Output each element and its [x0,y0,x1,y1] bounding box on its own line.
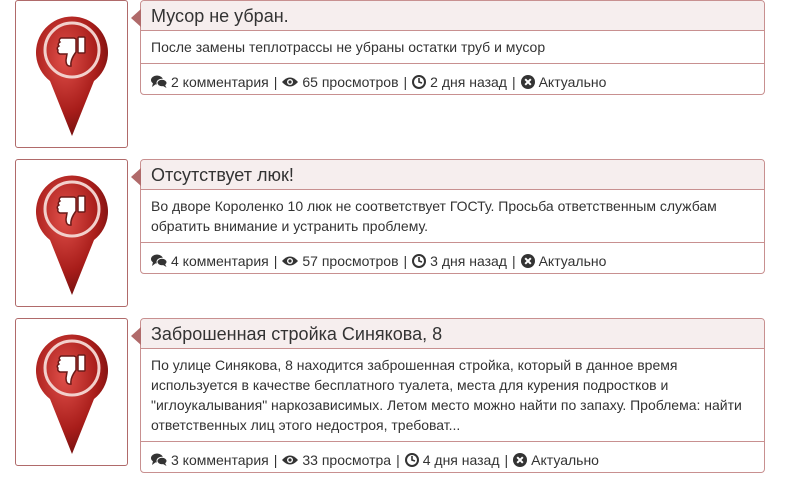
problem-thumbnail[interactable] [15,318,128,466]
times-circle-icon [520,75,535,89]
status-label: Актуально [538,74,607,90]
status: Актуально [520,252,607,270]
problem-meta: 2 комментария | 65 просмотров | 2 дня на… [141,64,764,94]
views-label: 33 просмотра [302,452,392,468]
separator: | [504,452,509,468]
problem-title[interactable]: Мусор не убран. [141,1,764,31]
problem-thumbnail[interactable] [15,0,128,148]
views-label: 65 просмотров [302,74,399,90]
clock-icon [404,453,419,467]
problem-card: Заброшенная стройка Синякова, 8 По улице… [131,318,765,473]
thumbs-down-map-pin-icon [36,16,108,137]
status-label: Актуально [538,253,607,269]
separator: | [511,253,516,269]
problem-description: Во дворе Короленко 10 люк не соответству… [141,190,764,243]
time-label: 4 дня назад [422,452,500,468]
separator: | [511,74,516,90]
problem-meta: 4 комментария | 57 просмотров | 3 дня на… [141,243,764,273]
problem-thumbnail[interactable] [15,159,128,307]
status: Актуально [520,73,607,91]
separator: | [396,452,400,468]
comments-count[interactable]: 2 комментария [151,73,269,91]
time-label: 2 дня назад [430,74,507,90]
comments-label: 3 комментария [171,452,269,468]
views-count: 33 просмотра [282,451,391,469]
problem-title[interactable]: Заброшенная стройка Синякова, 8 [141,319,764,349]
problem-description: После замены теплотрассы не убраны остат… [141,31,764,64]
eye-icon [282,77,299,87]
problem-card: Отсутствует люк! Во дворе Короленко 10 л… [131,159,765,274]
comments-count[interactable]: 3 комментария [151,451,269,469]
views-count: 65 просмотров [282,73,399,91]
problem-description: По улице Синякова, 8 находится заброшенн… [141,349,764,442]
comments-label: 2 комментария [171,74,269,90]
eye-icon [282,455,299,465]
separator: | [273,452,278,468]
separator: | [403,74,408,90]
comments-label: 4 комментария [171,253,269,269]
problem-title[interactable]: Отсутствует люк! [141,160,764,190]
comments-count[interactable]: 4 комментария [151,252,269,270]
comments-icon [151,453,167,466]
thumbs-down-map-pin-icon [36,175,108,295]
problem-item: Заброшенная стройка Синякова, 8 По улице… [0,318,791,473]
problem-meta: 3 комментария | 33 просмотра | 4 дня наз… [141,442,764,472]
problem-item: Отсутствует люк! Во дворе Короленко 10 л… [0,159,791,309]
status-label: Актуально [531,452,599,468]
times-circle-icon [520,254,535,268]
separator: | [273,74,278,90]
time-ago: 4 дня назад [404,451,500,469]
views-count: 57 просмотров [282,252,399,270]
thumbs-down-map-pin-icon [36,334,108,454]
problem-card: Мусор не убран. После замены теплотрассы… [131,0,765,95]
time-ago: 3 дня назад [412,252,507,270]
time-label: 3 дня назад [430,253,507,269]
separator: | [273,253,278,269]
comments-icon [151,75,167,88]
clock-icon [412,75,427,89]
times-circle-icon [513,453,528,467]
separator: | [403,253,408,269]
comments-icon [151,254,167,267]
clock-icon [412,254,427,268]
time-ago: 2 дня назад [412,73,507,91]
problem-item: Мусор не убран. После замены теплотрассы… [0,0,791,150]
eye-icon [282,256,299,266]
status: Актуально [513,451,599,469]
views-label: 57 просмотров [302,253,399,269]
